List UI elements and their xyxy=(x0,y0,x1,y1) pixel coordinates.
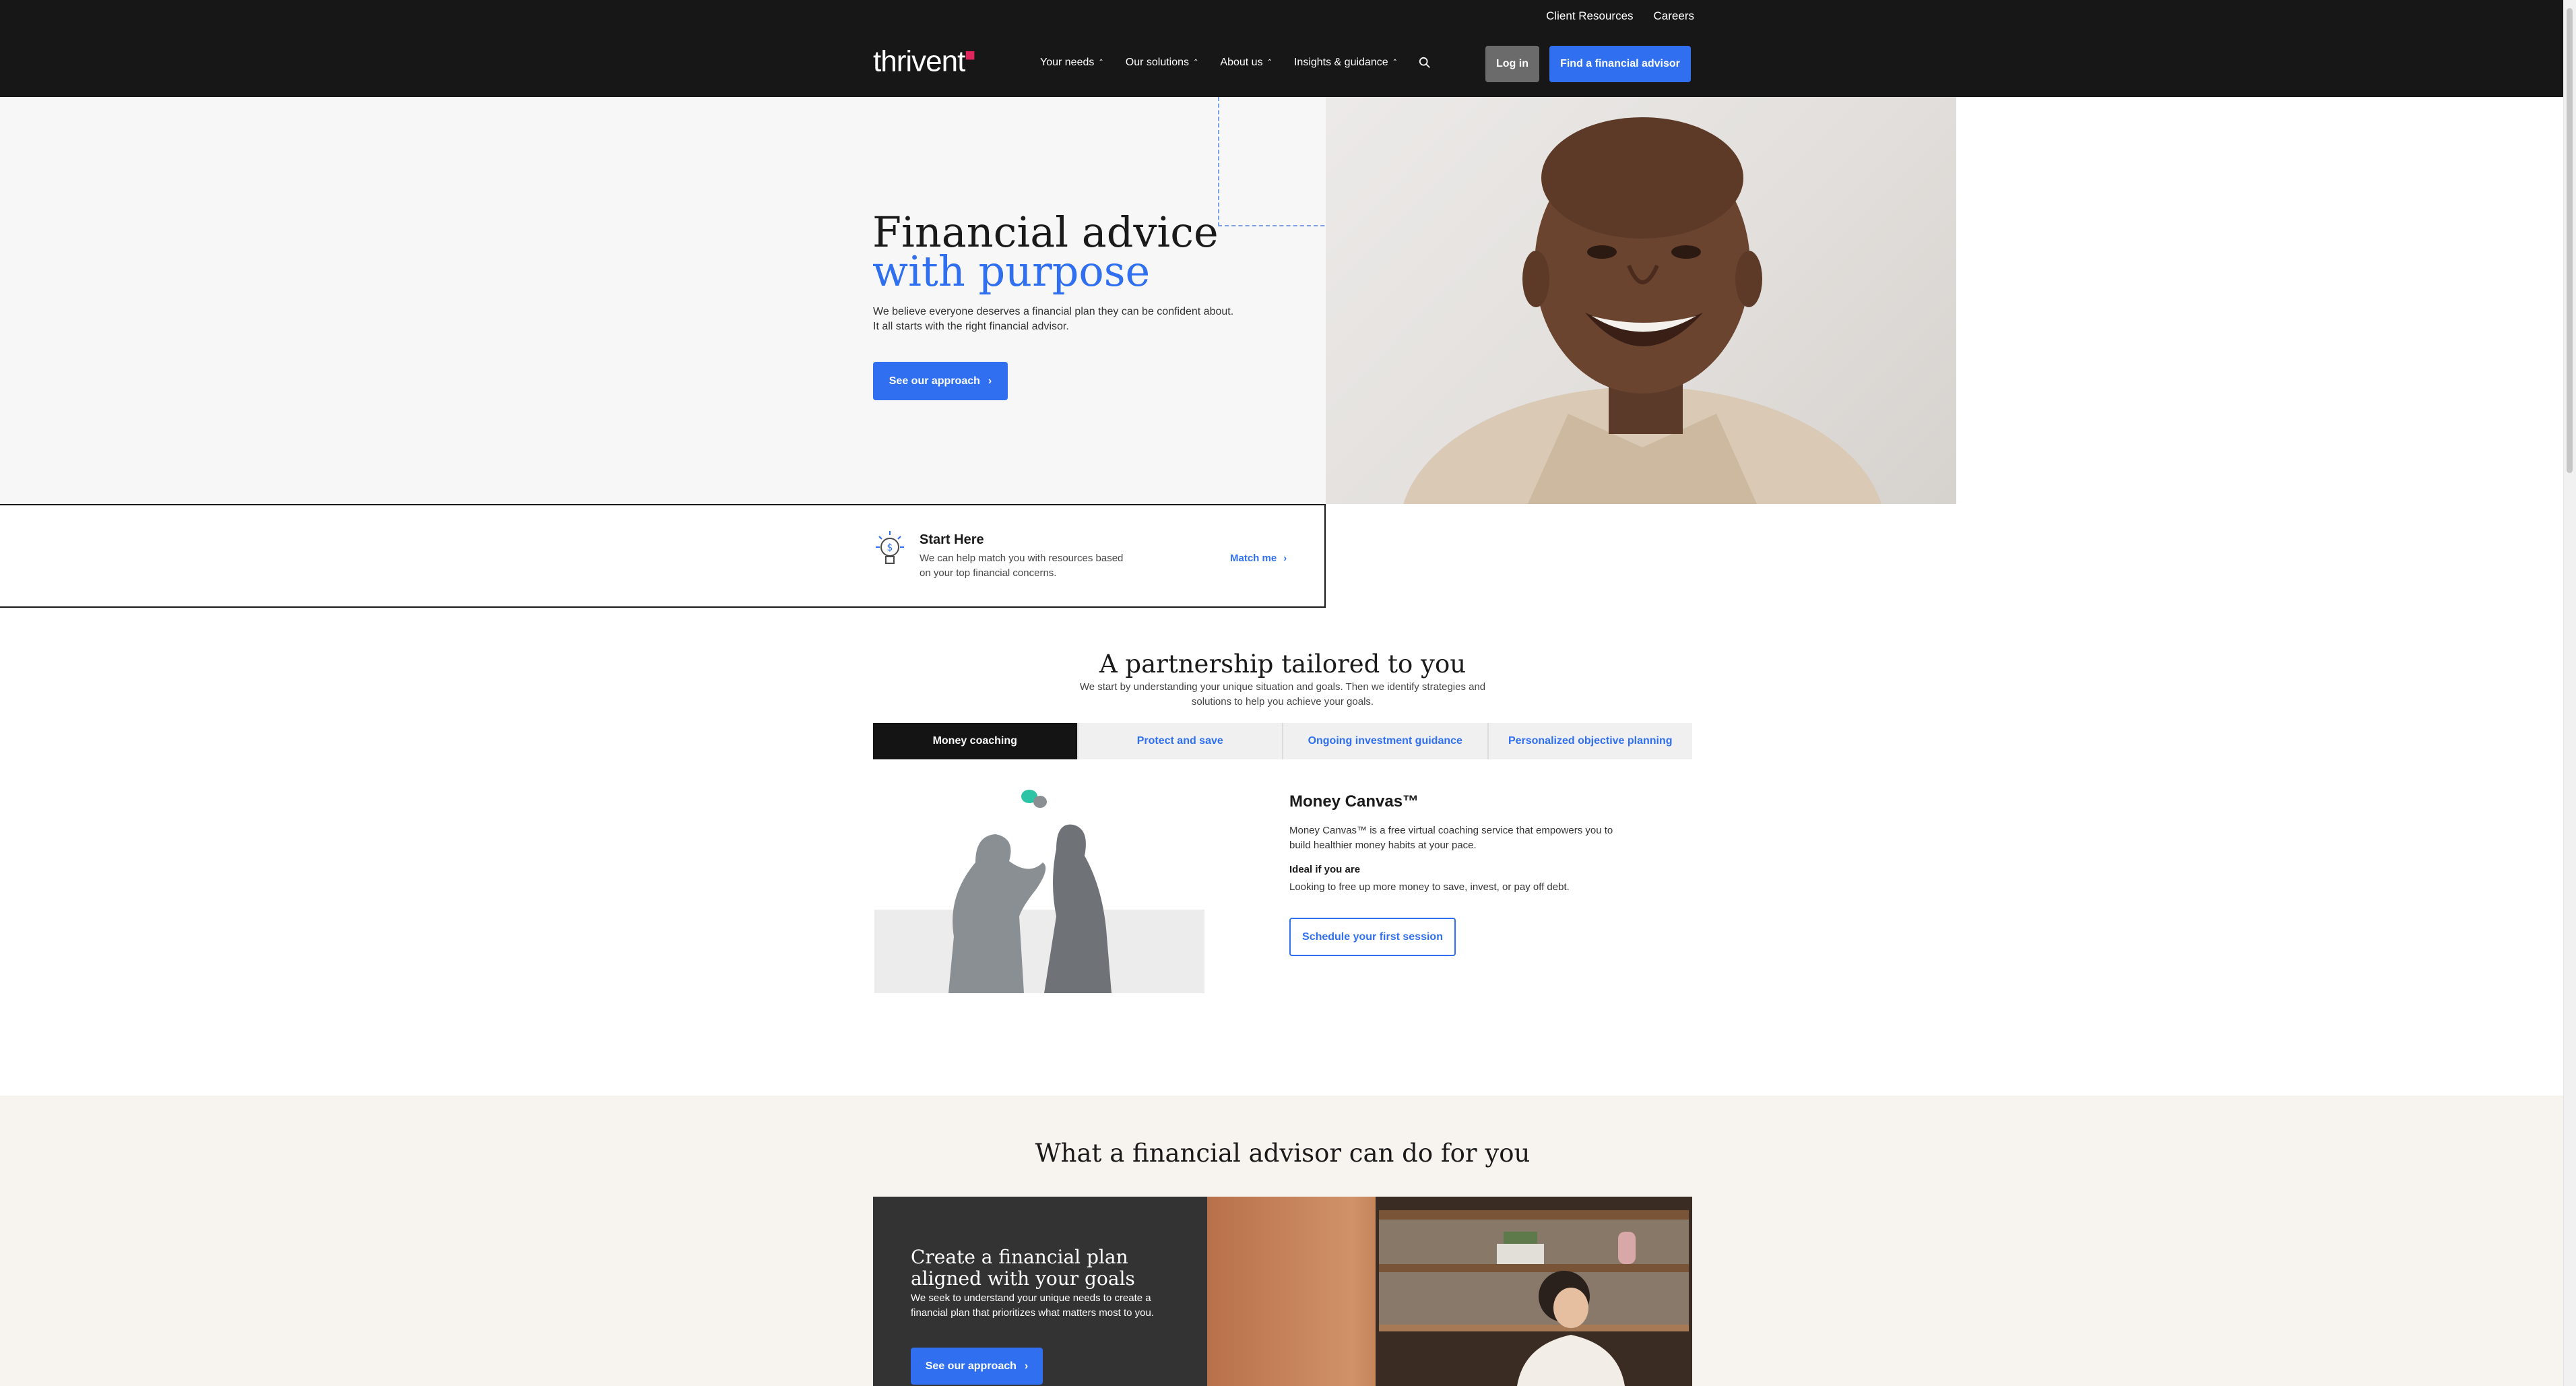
advisor-section-title: What a financial advisor can do for you xyxy=(1035,1139,1531,1168)
coaching-illustration xyxy=(874,790,1204,993)
nav-your-needs[interactable]: Your needs ⌃ xyxy=(1040,57,1104,69)
hero-subtitle: We believe everyone deserves a financial… xyxy=(873,305,1291,334)
search-icon[interactable] xyxy=(1419,57,1431,69)
kitchen-scene xyxy=(1376,1197,1692,1386)
hero-title: Financial advice with purpose xyxy=(872,212,1219,296)
chevron-right-icon: › xyxy=(1283,553,1287,564)
chevron-down-icon: ⌃ xyxy=(1098,58,1104,66)
tab-ongoing-investment-guidance[interactable]: Ongoing investment guidance xyxy=(1283,723,1489,759)
button-label: See our approach xyxy=(925,1360,1017,1372)
button-label: See our approach xyxy=(889,375,980,387)
hero-subtitle-line2: It all starts with the right financial a… xyxy=(873,321,1069,332)
see-approach-button-secondary[interactable]: See our approach › xyxy=(911,1348,1043,1385)
nav-label: Insights & guidance xyxy=(1293,57,1388,68)
ideal-text: Looking to free up more money to save, i… xyxy=(1289,881,1570,893)
chevron-right-icon: › xyxy=(988,375,992,387)
main-nav: Your needs ⌃ Our solutions ⌃ About us ⌃ Ins… xyxy=(1040,57,1398,69)
nav-label: Your needs xyxy=(1040,57,1095,68)
schedule-session-button[interactable]: Schedule your first session xyxy=(1289,918,1456,956)
hero-title-line2: with purpose xyxy=(872,247,1151,296)
advisor-card-title: Create a financial plan aligned with you… xyxy=(911,1246,1135,1290)
nav-our-solutions[interactable]: Our solutions ⌃ xyxy=(1126,57,1199,69)
start-here-description: We can help match you with resources bas… xyxy=(920,553,1124,579)
partnership-tabs: Money coaching Protect and save Ongoing … xyxy=(873,723,1692,759)
smiling-man-image xyxy=(1403,117,1881,504)
hero-section xyxy=(0,97,1326,504)
tab-protect-and-save[interactable]: Protect and save xyxy=(1078,723,1283,759)
nav-about-us[interactable]: About us ⌃ xyxy=(1220,57,1273,69)
chevron-right-icon: › xyxy=(1024,1360,1029,1372)
kitchen-woman-image xyxy=(1207,1197,1692,1386)
lightbulb-dollar-icon: $ xyxy=(876,531,904,564)
nav-label: About us xyxy=(1220,57,1263,68)
thrivent-logo[interactable]: thrivent■ xyxy=(873,44,975,79)
match-me-link[interactable]: Match me › xyxy=(1230,553,1287,564)
utility-nav: Client Resources Careers xyxy=(1546,9,1694,23)
hero-photo xyxy=(1326,97,1956,504)
scrollbar-thumb[interactable] xyxy=(2567,8,2573,473)
nav-label: Our solutions xyxy=(1125,57,1190,68)
ideal-label: Ideal if you are xyxy=(1289,864,1361,875)
partnership-subtitle: We start by understanding your unique si… xyxy=(1079,681,1486,707)
advisor-card-description: We seek to understand your unique needs … xyxy=(911,1292,1154,1319)
careers-link[interactable]: Careers xyxy=(1654,9,1694,23)
site-header: Client Resources Careers thrivent■ Your … xyxy=(0,0,2563,97)
money-canvas-title: Money Canvas™ xyxy=(1289,792,1419,811)
link-label: Match me xyxy=(1230,553,1277,564)
money-canvas-description: Money Canvas™ is a free virtual coaching… xyxy=(1289,825,1613,851)
svg-text:$: $ xyxy=(887,542,893,553)
logo-text: thrivent xyxy=(873,44,965,78)
tab-money-coaching[interactable]: Money coaching xyxy=(873,723,1078,759)
start-here-title: Start Here xyxy=(920,532,984,547)
partnership-title: A partnership tailored to you xyxy=(1099,650,1467,679)
nav-insights-guidance[interactable]: Insights & guidance ⌃ xyxy=(1294,57,1398,69)
login-button[interactable]: Log in xyxy=(1485,46,1539,82)
see-approach-button[interactable]: See our approach › xyxy=(873,362,1008,400)
chevron-down-icon: ⌃ xyxy=(1392,58,1398,66)
find-advisor-button[interactable]: Find a financial advisor xyxy=(1549,46,1691,82)
client-resources-link[interactable]: Client Resources xyxy=(1546,9,1633,23)
hero-subtitle-line1: We believe everyone deserves a financial… xyxy=(873,306,1234,317)
chevron-down-icon: ⌃ xyxy=(1266,58,1273,66)
tab-personalized-objective-planning[interactable]: Personalized objective planning xyxy=(1488,723,1692,759)
logo-mark-icon: ■ xyxy=(965,44,975,65)
chevron-down-icon: ⌃ xyxy=(1193,58,1199,66)
